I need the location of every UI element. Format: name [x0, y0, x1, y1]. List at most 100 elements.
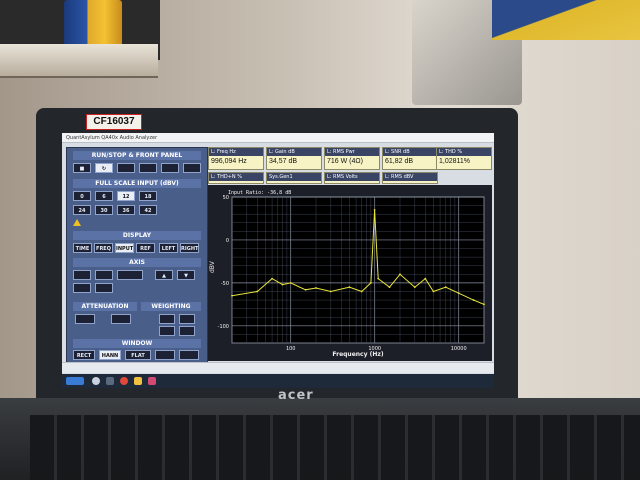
spectrum-point: [304, 288, 307, 291]
panel-button-b[interactable]: [139, 163, 157, 173]
spectrum-point: [483, 303, 485, 306]
readout-label: L: THD %: [437, 148, 491, 156]
spectrum-point: [377, 277, 380, 280]
display-left-button[interactable]: LEFT: [159, 243, 178, 253]
axis-range-button[interactable]: [117, 270, 143, 280]
spectrum-point: [271, 277, 273, 280]
readout-thd: L: THD % 1,02811%: [436, 147, 492, 170]
panel-button-d[interactable]: [183, 163, 201, 173]
attenuation-reset-button[interactable]: [111, 314, 131, 324]
axis-title: AXIS: [73, 258, 201, 267]
fs-12-button[interactable]: 12: [117, 191, 135, 201]
spectrum-plot[interactable]: 50 0 -50 -100 100 1000 10000 Input Ratio: -36,…: [208, 185, 492, 361]
loop-button[interactable]: ↻: [95, 163, 113, 173]
window-hann-button[interactable]: HANN: [99, 350, 121, 360]
spectrum-point: [472, 299, 475, 301]
window-button-e[interactable]: [179, 350, 199, 360]
fs-42-button[interactable]: 42: [139, 205, 157, 215]
plot-frame: [231, 196, 485, 344]
folder-icon[interactable]: [134, 377, 142, 385]
weighting-a-button[interactable]: [159, 314, 175, 324]
readout-rms-volts: L: RMS Volts: [324, 172, 380, 184]
fs-18-button[interactable]: 18: [139, 191, 157, 201]
run-stop-button[interactable]: ■: [73, 163, 91, 173]
asset-tag-sticker: CF16037: [86, 114, 142, 130]
plot-grid: [231, 196, 485, 344]
display-right-button[interactable]: RIGHT: [180, 243, 199, 253]
spectrum-point: [399, 273, 401, 276]
spectrum-point: [369, 281, 372, 284]
spectrum-point: [424, 277, 427, 280]
readout-label: L: SNR dB: [383, 148, 437, 156]
fs-24-button[interactable]: 24: [73, 205, 91, 215]
x-tick-label: 10000: [451, 346, 467, 352]
spectrum-point: [231, 294, 233, 297]
readout-label: Sys.Gen1: [267, 173, 321, 181]
panel-button-a[interactable]: [117, 163, 135, 173]
app-icon[interactable]: [148, 377, 156, 385]
axis-button-b[interactable]: [95, 270, 113, 280]
laptop-brand-logo: acer: [278, 388, 314, 403]
readout-freq: L: Freq Hz 996,094 Hz: [208, 147, 264, 170]
display-input-button[interactable]: INPUT: [115, 243, 134, 253]
window-flattop-button[interactable]: FLAT TOP: [125, 350, 151, 369]
fs-30-button[interactable]: 30: [95, 205, 113, 215]
y-axis-label: dBV: [209, 260, 216, 273]
y-tick-label: -50: [221, 281, 229, 287]
spectrum-point: [256, 290, 259, 293]
window-title: WINDOW: [73, 339, 201, 348]
equipment-box: [492, 0, 640, 40]
panel-button-c[interactable]: [161, 163, 179, 173]
spectrum-point: [457, 292, 460, 295]
spectrum-point: [360, 290, 363, 293]
taskbar: [62, 374, 494, 388]
spectrum-point: [281, 283, 284, 286]
x-tick-label: 100: [286, 346, 296, 352]
search-icon[interactable]: [92, 377, 100, 385]
display-time-button[interactable]: TIME: [73, 243, 92, 253]
readout-thdn: L: THD+N %: [208, 172, 264, 184]
readout-label: L: Gain dB: [267, 148, 321, 156]
display-freq-button[interactable]: FREQ: [94, 243, 113, 253]
warning-icon: [73, 219, 81, 226]
status-bar: [62, 362, 494, 373]
spectrum-point: [373, 208, 376, 211]
weighting-c-button[interactable]: [179, 314, 195, 324]
display-ref-button[interactable]: REF: [136, 243, 155, 253]
keyboard: [30, 415, 640, 480]
start-button[interactable]: [66, 377, 84, 385]
spectrum-point: [413, 286, 416, 289]
attenuation-title: ATTENUATION: [73, 302, 137, 311]
fs-36-button[interactable]: 36: [117, 205, 135, 215]
axis-up-button[interactable]: ▲: [155, 270, 173, 280]
readout-sysgen: Sys.Gen1: [266, 172, 322, 184]
readout-label: L: RMS dBV: [383, 173, 437, 181]
full-scale-title: FULL SCALE INPUT (dBV): [73, 179, 201, 188]
readout-label: L: RMS Volts: [325, 173, 379, 181]
display-title: DISPLAY: [73, 231, 201, 240]
readout-value: 61,82 dB: [385, 158, 414, 165]
weighting-title: WEIGHTING: [141, 302, 201, 311]
readout-gain: L: Gain dB 34,57 dB: [266, 147, 322, 170]
spectrum-point: [388, 286, 391, 289]
axis-dbv-button[interactable]: [73, 270, 91, 280]
task-view-icon[interactable]: [106, 377, 114, 385]
readout-value: 34,57 dB: [269, 158, 298, 165]
weighting-button-b[interactable]: [159, 326, 175, 336]
readout-label: L: RMS Pwr: [325, 148, 379, 156]
browser-icon[interactable]: [120, 377, 128, 385]
axis-button-d[interactable]: [95, 283, 113, 293]
weighting-button-d[interactable]: [179, 326, 195, 336]
fs-6-button[interactable]: 6: [95, 191, 113, 201]
y-tick-label: -100: [218, 324, 229, 330]
fs-0-button[interactable]: 0: [73, 191, 91, 201]
readout-value: 716 W (4Ω): [327, 158, 363, 165]
attenuation-button[interactable]: [75, 314, 95, 324]
window-rect-button[interactable]: RECT: [73, 350, 95, 360]
axis-down-button[interactable]: ▼: [177, 270, 195, 280]
spectrum-point: [444, 286, 447, 289]
axis-button-c[interactable]: [73, 283, 91, 293]
x-axis-label: Frequency (Hz): [332, 351, 383, 358]
laptop-screen: QuantAsylum QA40x Audio Analyzer RUN/STO…: [62, 133, 494, 388]
window-button-d[interactable]: [155, 350, 175, 360]
